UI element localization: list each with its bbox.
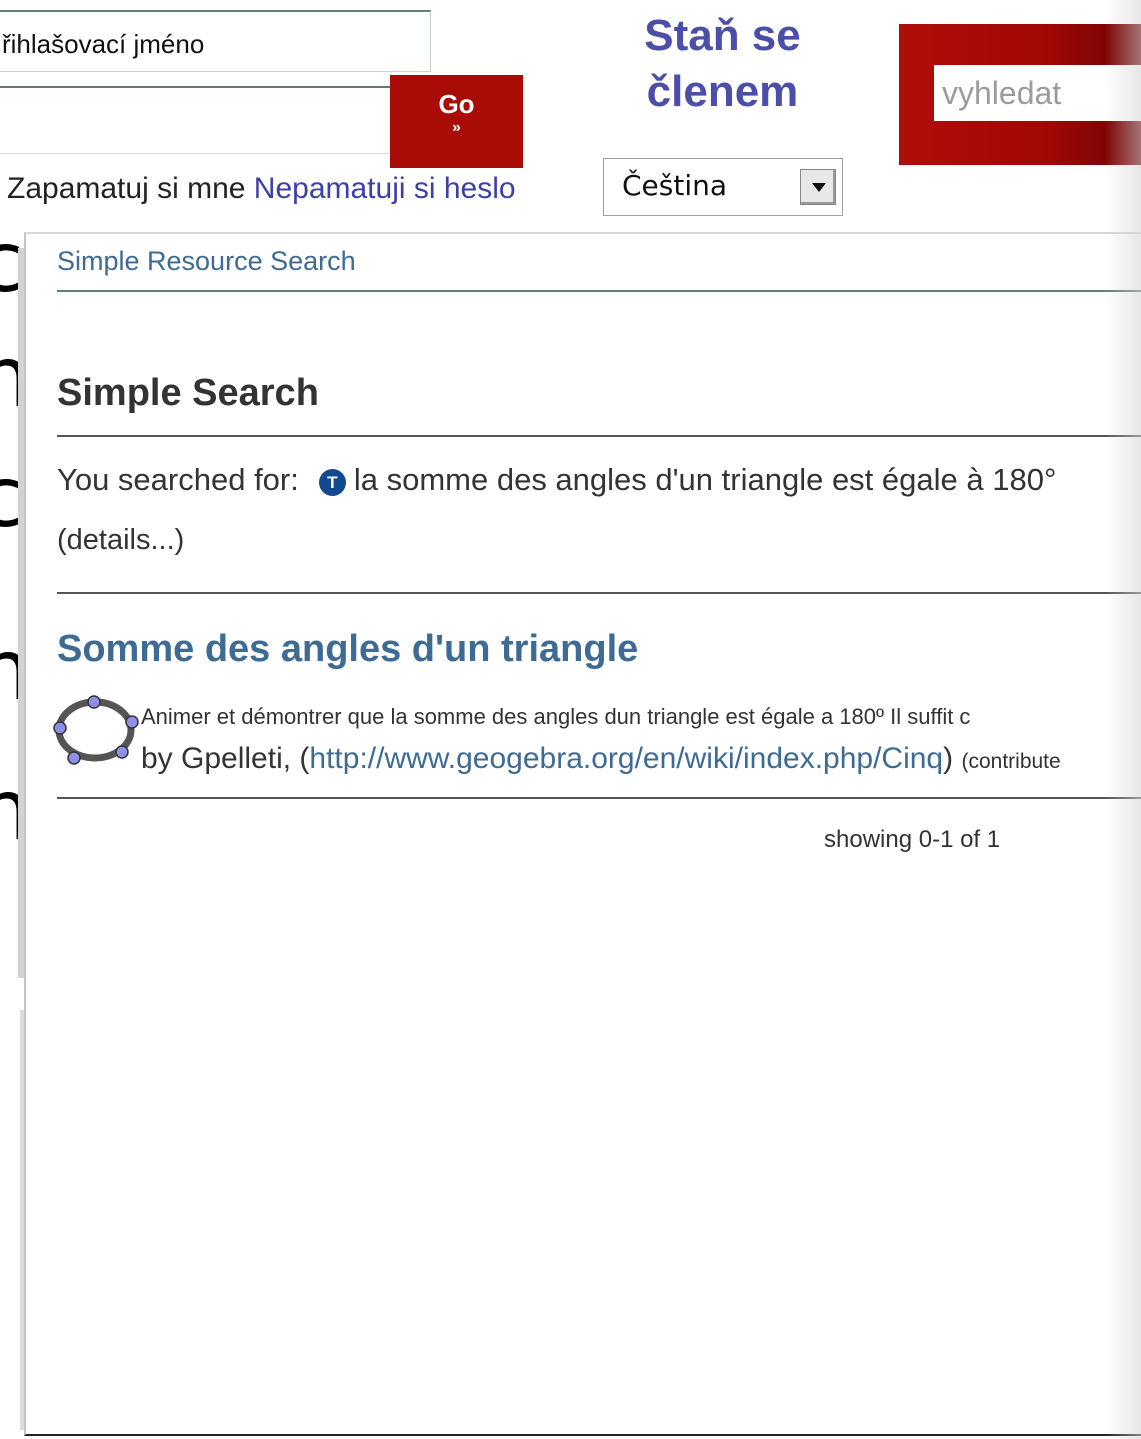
remember-me[interactable]: Zapamatuj si mne Nepamatuji si heslo [7,172,516,206]
divider [57,797,1141,799]
term-type-icon: T [318,469,346,496]
username-field[interactable]: řihlašovací jméno [0,10,431,72]
remember-label[interactable]: Zapamatuj si mne [7,172,245,205]
chevron-down-icon[interactable] [800,169,836,205]
details-link[interactable]: (details...) [57,524,184,557]
divider [57,290,1141,292]
go-button-label: Go [438,89,475,119]
result-url-suffix: ) [943,742,954,775]
breadcrumb[interactable]: Simple Resource Search [57,246,356,277]
become-member-line2: členem [646,67,799,116]
forgot-password-link[interactable]: Nepamatuji si heslo [254,172,516,205]
search-input[interactable] [934,65,1141,121]
language-select[interactable]: Čeština [603,158,843,216]
site-search-panel [899,24,1141,165]
search-summary: You searched for: Tla somme des angles d'… [57,462,1056,498]
result-description: Animer et démontrer que la somme des ang… [141,704,971,729]
result-meta: by Gpelleti, (http://www.geogebra.org/en… [141,742,1061,776]
become-member-line1: Staň se [644,11,801,60]
geogebra-icon[interactable] [52,692,142,772]
go-arrows: » [452,119,461,136]
search-summary-label: You searched for: [57,462,299,497]
search-term: la somme des angles d'un triangle est ég… [353,462,1057,497]
divider [57,435,1141,437]
result-title-link[interactable]: Somme des angles d'un triangle [57,628,638,671]
pagination-status: showing 0-1 of 1 [824,826,1001,853]
password-field[interactable] [0,86,391,154]
result-author: by Gpelleti, ( [141,742,310,775]
page-title: Simple Search [57,372,319,414]
result-url-link[interactable]: http://www.geogebra.org/en/wiki/index.ph… [309,742,943,775]
divider [57,592,1141,594]
go-button[interactable]: Go » [390,75,523,168]
become-member-link[interactable]: Staň se členem [600,8,845,120]
language-selected: Čeština [622,169,728,202]
result-contributed: (contribute [961,750,1061,773]
